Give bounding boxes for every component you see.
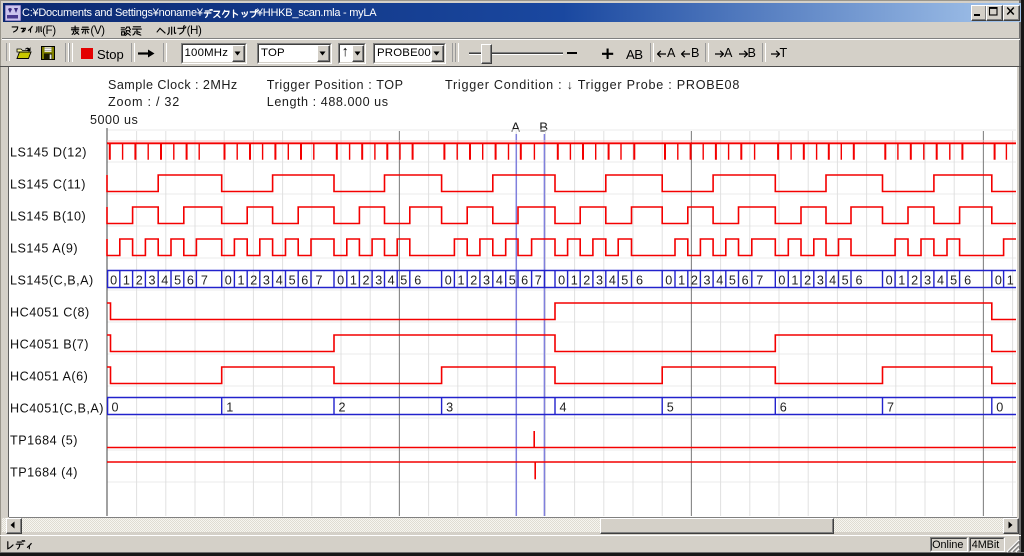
svg-text:TP1684 (5): TP1684 (5): [10, 434, 78, 448]
svg-text:1: 1: [898, 273, 905, 287]
svg-text:6: 6: [742, 273, 749, 287]
svg-text:5: 5: [621, 273, 628, 287]
svg-text:5: 5: [729, 273, 736, 287]
svg-text:0: 0: [337, 273, 344, 287]
svg-text:LS145 C(11): LS145 C(11): [10, 178, 86, 192]
svg-text:0: 0: [110, 273, 117, 287]
svg-text:2: 2: [911, 273, 918, 287]
svg-text:3: 3: [483, 273, 490, 287]
svg-text:2: 2: [583, 273, 590, 287]
svg-text:4: 4: [829, 273, 836, 287]
svg-text:1: 1: [350, 273, 357, 287]
svg-text:3: 3: [263, 273, 270, 287]
svg-text:4: 4: [161, 273, 168, 287]
svg-text:6: 6: [414, 273, 421, 287]
svg-text:4: 4: [609, 273, 616, 287]
svg-text:Zoom : / 32: Zoom : / 32: [108, 95, 180, 109]
svg-text:4: 4: [496, 273, 503, 287]
svg-text:0: 0: [778, 273, 785, 287]
svg-text:B: B: [539, 120, 548, 135]
svg-text:2: 2: [470, 273, 477, 287]
svg-text:1: 1: [457, 273, 464, 287]
svg-text:7: 7: [887, 400, 894, 414]
svg-text:3: 3: [148, 273, 155, 287]
svg-text:3: 3: [703, 273, 710, 287]
svg-text:LS145 B(10): LS145 B(10): [10, 210, 86, 224]
svg-text:7: 7: [756, 273, 763, 287]
svg-text:TP1684 (4): TP1684 (4): [10, 466, 78, 480]
svg-text:2: 2: [362, 273, 369, 287]
svg-text:3: 3: [924, 273, 931, 287]
svg-text:LS145 D(12): LS145 D(12): [10, 146, 87, 160]
svg-text:2: 2: [250, 273, 257, 287]
svg-text:5: 5: [174, 273, 181, 287]
svg-text:1: 1: [226, 400, 233, 414]
svg-text:5: 5: [842, 273, 849, 287]
svg-text:5: 5: [400, 273, 407, 287]
svg-text:4: 4: [276, 273, 283, 287]
svg-text:4: 4: [716, 273, 723, 287]
svg-text:4: 4: [560, 400, 567, 414]
svg-text:LS145 A(9): LS145 A(9): [10, 242, 78, 256]
svg-text:2: 2: [691, 273, 698, 287]
svg-text:HC4051 A(6): HC4051 A(6): [10, 370, 88, 384]
svg-text:0: 0: [558, 273, 565, 287]
svg-text:3: 3: [817, 273, 824, 287]
svg-text:5: 5: [289, 273, 296, 287]
svg-text:5: 5: [950, 273, 957, 287]
svg-text:6: 6: [855, 273, 862, 287]
svg-text:Sample Clock : 2MHz: Sample Clock : 2MHz: [108, 78, 238, 92]
svg-text:Trigger Condition : ↓ Trigger: Trigger Condition : ↓ Trigger Probe : PR…: [445, 78, 740, 92]
svg-text:1: 1: [123, 273, 130, 287]
svg-text:Length : 488.000 us: Length : 488.000 us: [267, 95, 389, 109]
svg-text:6: 6: [780, 400, 787, 414]
svg-text:4: 4: [937, 273, 944, 287]
svg-text:HC4051 C(8): HC4051 C(8): [10, 306, 90, 320]
svg-text:1: 1: [571, 273, 578, 287]
svg-text:1: 1: [1007, 273, 1014, 287]
svg-text:1: 1: [791, 273, 798, 287]
svg-text:0: 0: [112, 400, 119, 414]
svg-text:6: 6: [636, 273, 643, 287]
svg-text:6: 6: [301, 273, 308, 287]
svg-text:6: 6: [521, 273, 528, 287]
svg-text:HC4051 B(7): HC4051 B(7): [10, 338, 89, 352]
svg-text:LS145(C,B,A): LS145(C,B,A): [10, 274, 94, 288]
svg-text:3: 3: [375, 273, 382, 287]
svg-text:5000 us: 5000 us: [90, 113, 138, 127]
svg-text:6: 6: [187, 273, 194, 287]
svg-text:7: 7: [315, 273, 322, 287]
svg-text:HC4051(C,B,A): HC4051(C,B,A): [10, 402, 104, 416]
svg-text:5: 5: [509, 273, 516, 287]
svg-text:2: 2: [136, 273, 143, 287]
svg-text:0: 0: [225, 273, 232, 287]
svg-text:0: 0: [665, 273, 672, 287]
svg-text:1: 1: [237, 273, 244, 287]
svg-text:0: 0: [996, 400, 1003, 414]
svg-text:2: 2: [339, 400, 346, 414]
svg-text:0: 0: [886, 273, 893, 287]
svg-text:7: 7: [201, 273, 208, 287]
svg-text:0: 0: [995, 273, 1002, 287]
svg-text:5: 5: [667, 400, 674, 414]
svg-text:2: 2: [804, 273, 811, 287]
svg-text:6: 6: [964, 273, 971, 287]
svg-text:4: 4: [388, 273, 395, 287]
svg-text:3: 3: [596, 273, 603, 287]
svg-text:7: 7: [535, 273, 542, 287]
svg-text:0: 0: [445, 273, 452, 287]
svg-text:Trigger Position : TOP: Trigger Position : TOP: [267, 78, 404, 92]
svg-text:1: 1: [678, 273, 685, 287]
svg-text:3: 3: [446, 400, 453, 414]
